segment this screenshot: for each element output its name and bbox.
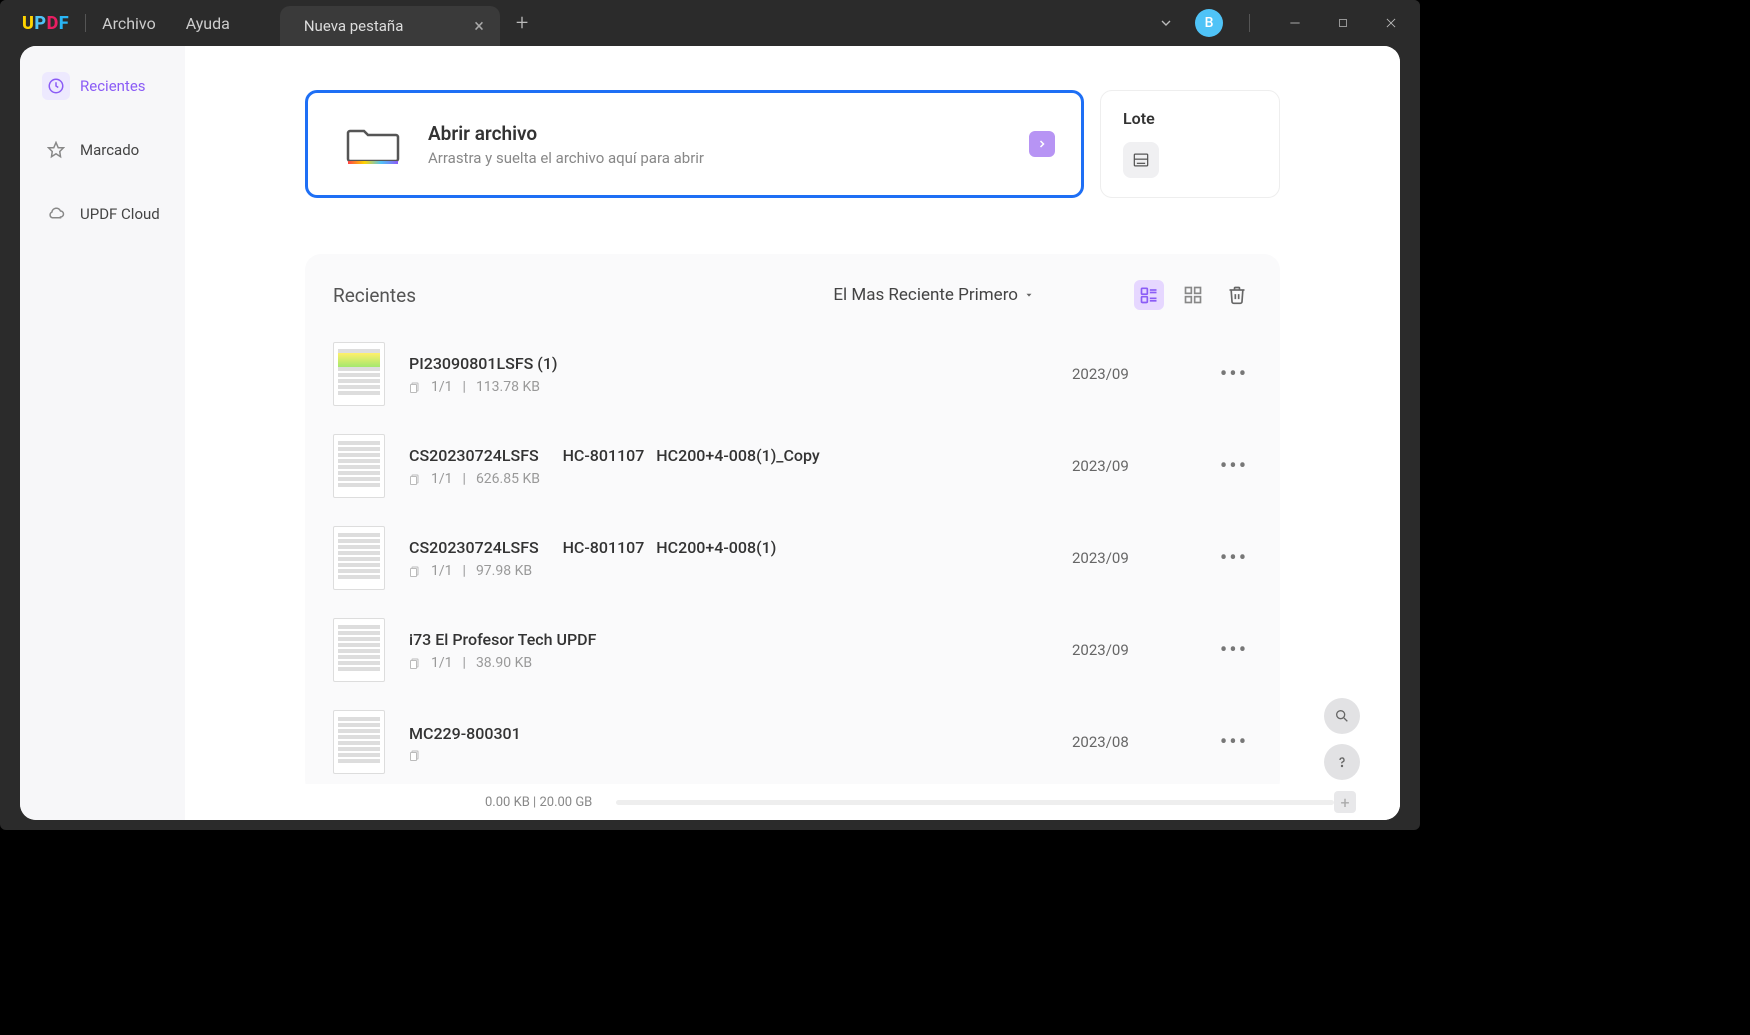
pages-icon	[409, 657, 421, 669]
file-date: 2023/09	[1072, 641, 1192, 659]
file-thumbnail	[333, 618, 385, 682]
add-tab-button[interactable]: +	[516, 11, 528, 36]
file-date: 2023/08	[1072, 733, 1192, 751]
pages-icon	[409, 749, 421, 761]
cloud-icon	[42, 200, 70, 228]
file-date: 2023/09	[1072, 549, 1192, 567]
chevron-down-icon[interactable]	[1147, 4, 1185, 42]
sidebar-item-label: Recientes	[80, 77, 146, 95]
open-file-subtitle: Arrastra y suelta el archivo aquí para a…	[428, 149, 704, 167]
storage-bar	[616, 800, 1334, 805]
view-list-button[interactable]	[1134, 280, 1164, 310]
file-more-button[interactable]: •••	[1216, 454, 1252, 479]
file-more-button[interactable]: •••	[1216, 638, 1252, 663]
search-fab[interactable]	[1324, 698, 1360, 734]
file-name: CS20230724LSFS HC-801107 HC200+4-008(1)	[409, 538, 1048, 557]
file-pages: 1/1	[431, 471, 453, 487]
storage-text: 0.00 KB | 20.00 GB	[485, 795, 592, 810]
delete-button[interactable]	[1222, 280, 1252, 310]
file-date: 2023/09	[1072, 365, 1192, 383]
file-size: 113.78 KB	[476, 379, 540, 395]
titlebar: UPDF Archivo Ayuda Nueva pestaña × + B	[0, 0, 1420, 46]
file-pages: 1/1	[431, 655, 453, 671]
file-name: CS20230724LSFS HC-801107 HC200+4-008(1)_…	[409, 446, 1048, 465]
file-more-button[interactable]: •••	[1216, 362, 1252, 387]
file-pages: 1/1	[431, 379, 453, 395]
file-row[interactable]: MC229-800301 2023/08 •••	[305, 696, 1280, 788]
file-row[interactable]: CS20230724LSFS HC-801107 HC200+4-008(1)_…	[305, 420, 1280, 512]
sidebar-item-marked[interactable]: Marcado	[30, 126, 175, 174]
file-name: PI23090801LSFS (1)	[409, 354, 1048, 373]
batch-title: Lote	[1123, 109, 1257, 128]
recents-title: Recientes	[333, 284, 416, 307]
storage-footer: 0.00 KB | 20.00 GB +	[185, 784, 1400, 820]
menu-help[interactable]: Ayuda	[186, 14, 230, 33]
view-grid-button[interactable]	[1178, 280, 1208, 310]
tab-label: Nueva pestaña	[304, 17, 404, 35]
chevron-down-icon	[1024, 290, 1034, 300]
file-size: 626.85 KB	[476, 471, 540, 487]
folder-icon	[344, 121, 402, 167]
file-row[interactable]: i73 El Profesor Tech UPDF 1/1 | 38.90 KB…	[305, 604, 1280, 696]
file-more-button[interactable]: •••	[1216, 546, 1252, 571]
storage-add-button[interactable]: +	[1334, 791, 1356, 813]
file-thumbnail	[333, 526, 385, 590]
file-thumbnail	[333, 342, 385, 406]
batch-card[interactable]: Lote	[1100, 90, 1280, 198]
file-name: MC229-800301	[409, 724, 1048, 743]
file-size: 38.90 KB	[476, 655, 532, 671]
file-meta: 1/1 | 626.85 KB	[409, 471, 1048, 487]
tab-new[interactable]: Nueva pestaña ×	[280, 6, 500, 46]
avatar[interactable]: B	[1195, 9, 1223, 37]
close-tab-icon[interactable]: ×	[474, 16, 484, 37]
help-fab[interactable]	[1324, 744, 1360, 780]
minimize-icon[interactable]	[1276, 4, 1314, 42]
file-meta: 1/1 | 38.90 KB	[409, 655, 1048, 671]
pages-icon	[409, 473, 421, 485]
file-more-button[interactable]: •••	[1216, 730, 1252, 755]
file-name: i73 El Profesor Tech UPDF	[409, 630, 1048, 649]
sidebar-item-cloud[interactable]: UPDF Cloud	[30, 190, 175, 238]
close-window-icon[interactable]	[1372, 4, 1410, 42]
sidebar-item-label: UPDF Cloud	[80, 205, 160, 223]
scanner-icon	[1123, 142, 1159, 178]
recents-panel: Recientes El Mas Reciente Primero PI2309…	[305, 254, 1280, 796]
file-meta	[409, 749, 1048, 761]
file-pages: 1/1	[431, 563, 453, 579]
app-logo: UPDF	[22, 13, 69, 34]
sidebar-item-recents[interactable]: Recientes	[30, 62, 175, 110]
open-file-go-button[interactable]	[1029, 131, 1055, 157]
maximize-icon[interactable]	[1324, 4, 1362, 42]
open-file-card[interactable]: Abrir archivo Arrastra y suelta el archi…	[305, 90, 1084, 198]
file-size: 97.98 KB	[476, 563, 532, 579]
sort-dropdown[interactable]: El Mas Reciente Primero	[833, 285, 1034, 305]
open-file-title: Abrir archivo	[428, 122, 704, 145]
sort-label: El Mas Reciente Primero	[833, 285, 1018, 305]
file-row[interactable]: CS20230724LSFS HC-801107 HC200+4-008(1) …	[305, 512, 1280, 604]
clock-icon	[42, 72, 70, 100]
file-thumbnail	[333, 710, 385, 774]
pages-icon	[409, 565, 421, 577]
star-icon	[42, 136, 70, 164]
sidebar-item-label: Marcado	[80, 141, 139, 159]
sidebar: Recientes Marcado UPDF Cloud	[20, 46, 185, 820]
pages-icon	[409, 381, 421, 393]
file-date: 2023/09	[1072, 457, 1192, 475]
file-row[interactable]: PI23090801LSFS (1) 1/1 | 113.78 KB 2023/…	[305, 328, 1280, 420]
file-thumbnail	[333, 434, 385, 498]
file-meta: 1/1 | 113.78 KB	[409, 379, 1048, 395]
file-meta: 1/1 | 97.98 KB	[409, 563, 1048, 579]
menu-file[interactable]: Archivo	[102, 14, 156, 33]
